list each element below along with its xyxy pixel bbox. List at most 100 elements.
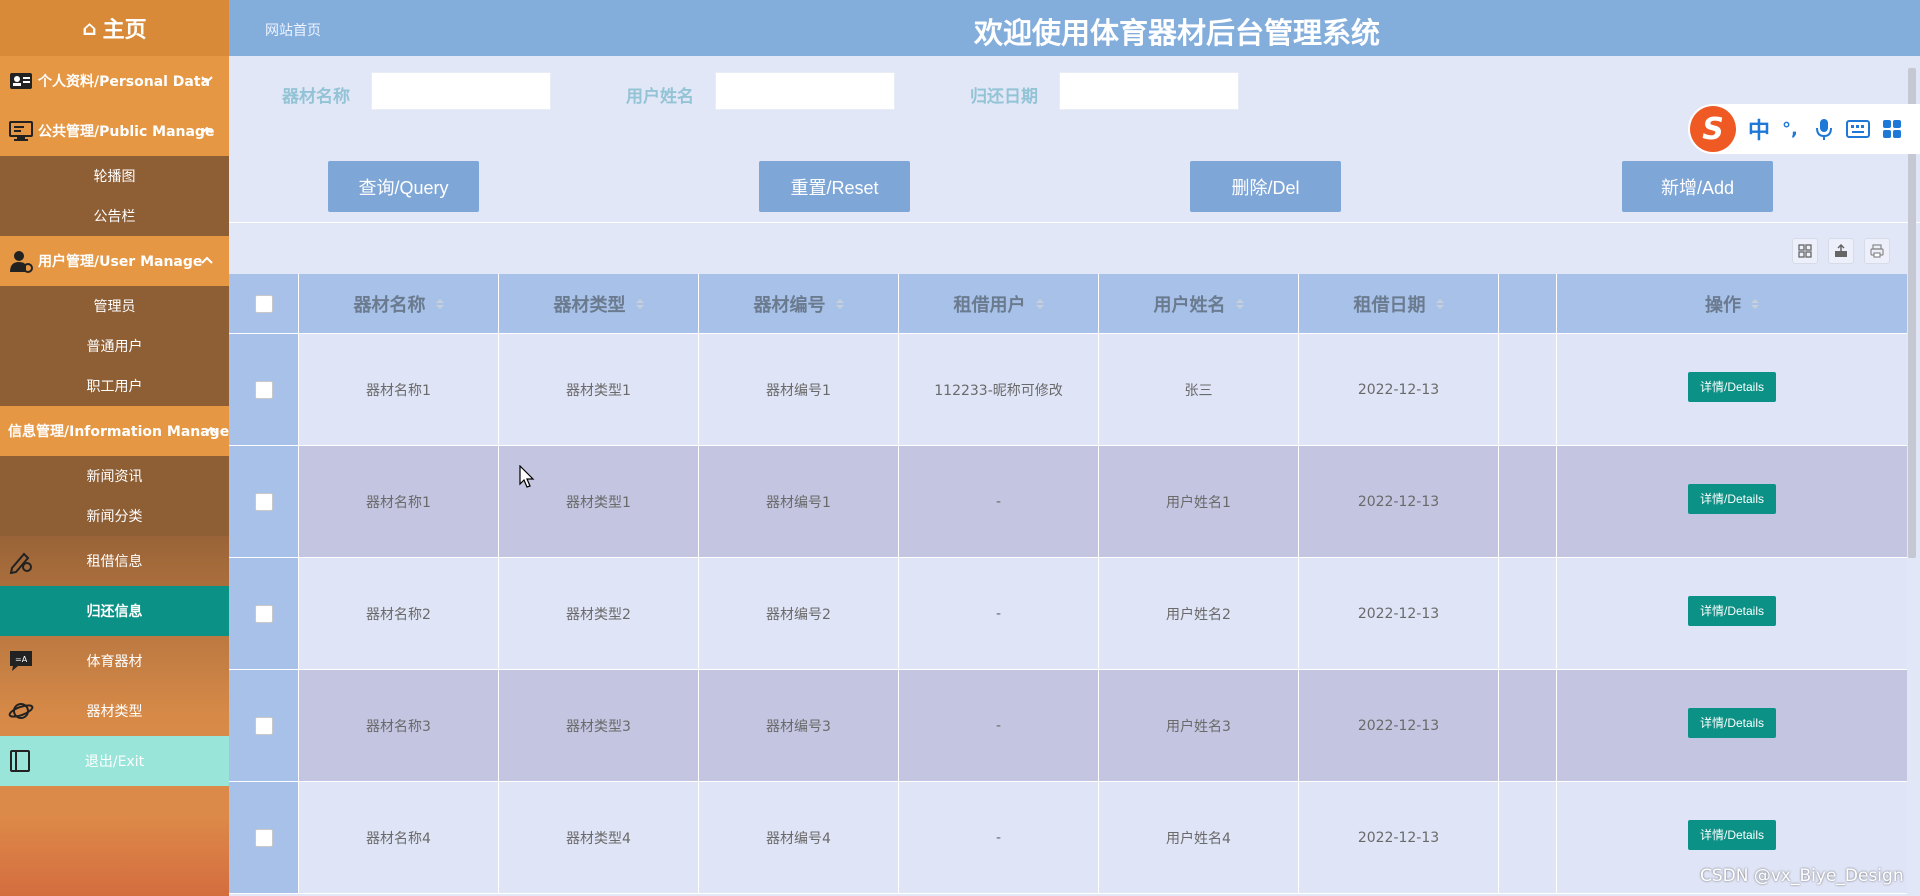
ime-toolbar[interactable]: S 中 °, [1688,104,1920,154]
ime-punctuation-toggle[interactable]: °, [1782,119,1798,140]
sidebar-item-normal-user[interactable]: 普通用户 [0,326,229,366]
sidebar-group-user[interactable]: 用户管理/User Manage [0,236,229,286]
top-header: 网站首页 欢迎使用体育器材后台管理系统 [229,0,1920,56]
details-button[interactable]: 详情/Details [1688,371,1776,402]
select-all-checkbox[interactable] [254,294,273,313]
header-cell[interactable]: 租借日期 [1299,274,1499,333]
table-cell: 2022-12-13 [1299,558,1499,669]
group-label-public: 公共管理/Public Manage [38,124,215,140]
table-cell [1499,446,1557,557]
book-icon [10,750,30,772]
row-checkbox[interactable] [254,380,273,399]
user-name-input[interactable] [715,72,895,110]
sidebar-item-equipment-type[interactable]: 器材类型 [0,686,229,736]
group-label-user: 用户管理/User Manage [38,254,203,270]
row-checkbox[interactable] [254,828,273,847]
header-cell[interactable]: 租借用户 [899,274,1099,333]
action-cell: 详情/Details [1557,670,1907,781]
header-label: 租借日期 [1353,294,1426,316]
action-cell: 详情/Details [1557,558,1907,669]
table-cell [1499,334,1557,445]
home-icon: ⌂ [82,16,97,40]
header-cell[interactable]: 器材名称 [299,274,499,333]
details-button[interactable]: 详情/Details [1688,483,1776,514]
sidebar-item-carousel[interactable]: 轮播图 [0,156,229,196]
reset-button[interactable]: 重置/Reset [759,161,910,212]
table-cell: 2022-12-13 [1299,446,1499,557]
row-select-cell [229,782,299,893]
table-cell: 器材名称1 [299,446,499,557]
table-cell: 器材编号3 [699,670,899,781]
sidebar-item-exit[interactable]: 退出/Exit [0,736,229,786]
sidebar-item-notice[interactable]: 公告栏 [0,196,229,236]
sort-icon [1035,298,1044,309]
apps-grid-icon[interactable] [1882,119,1902,139]
table-row: 器材名称1 器材类型1 器材编号1 - 用户姓名1 2022-12-13 详情/… [229,446,1907,558]
table-cell: 器材类型1 [499,446,699,557]
sidebar-item-equipment[interactable]: =A 体育器材 [0,636,229,686]
row-select-cell [229,558,299,669]
table-cell: 112233-昵称可修改 [899,334,1099,445]
sidebar-group-info[interactable]: 信息管理/Information Manage [0,406,229,456]
print-toggle[interactable] [1864,238,1890,264]
table-cell: 用户姓名1 [1099,446,1299,557]
svg-text:=A: =A [15,655,28,664]
table-header: 器材名称 器材类型 器材编号 租借用户 用户姓名 租借日期 操作 [229,274,1907,334]
header-cell[interactable]: 器材类型 [499,274,699,333]
id-card-icon [10,73,32,89]
export-toggle[interactable] [1828,238,1854,264]
sidebar-group-personal[interactable]: 个人资料/Personal Data [0,56,229,106]
sidebar-item-news[interactable]: 新闻资讯 [0,456,229,496]
details-button[interactable]: 详情/Details [1688,707,1776,738]
home-link[interactable]: 网站首页 [265,20,321,40]
columns-toggle[interactable] [1792,238,1818,264]
table-row: 器材名称1 器材类型1 器材编号1 112233-昵称可修改 张三 2022-1… [229,334,1907,446]
add-button[interactable]: 新增/Add [1622,161,1773,212]
chevron-up-icon [201,126,213,134]
table-cell: 器材类型3 [499,670,699,781]
sidebar-group-public[interactable]: 公共管理/Public Manage [0,106,229,156]
table-cell [1499,782,1557,893]
label-return-date: 归还日期 [970,87,1038,107]
row-checkbox[interactable] [254,604,273,623]
table-cell: 器材名称3 [299,670,499,781]
equipment-name-input[interactable] [371,72,551,110]
table-cell: 2022-12-13 [1299,670,1499,781]
table-cell: - [899,446,1099,557]
sidebar-item-admin[interactable]: 管理员 [0,286,229,326]
sidebar-item-rent[interactable]: 租借信息 [0,536,229,586]
sidebar-item-return[interactable]: 归还信息 [0,586,229,636]
header-cell[interactable]: 器材编号 [699,274,899,333]
sort-icon [1435,298,1444,309]
table-cell: 2022-12-13 [1299,782,1499,893]
row-checkbox[interactable] [254,716,273,735]
header-label: 用户姓名 [1153,294,1226,316]
row-select-cell [229,334,299,445]
query-button[interactable]: 查询/Query [328,161,479,212]
details-button[interactable]: 详情/Details [1688,595,1776,626]
print-icon [1870,244,1884,258]
chevron-down-icon [201,76,213,84]
sidebar-item-news-category[interactable]: 新闻分类 [0,496,229,536]
sidebar-item-staff-user[interactable]: 职工用户 [0,366,229,406]
keyboard-icon[interactable] [1845,119,1870,139]
sidebar-item-label: 归还信息 [86,604,143,620]
table-cell [1499,670,1557,781]
header-cell [1499,274,1557,333]
header-cell[interactable]: 用户姓名 [1099,274,1299,333]
planet-icon [8,703,34,719]
header-label: 器材名称 [353,294,426,316]
return-date-input[interactable] [1059,72,1239,110]
table-cell: 2022-12-13 [1299,334,1499,445]
ime-chinese-toggle[interactable]: 中 [1748,113,1770,145]
table-row: 器材名称3 器材类型3 器材编号3 - 用户姓名3 2022-12-13 详情/… [229,670,1907,782]
microphone-icon[interactable] [1814,117,1834,141]
delete-button[interactable]: 删除/Del [1190,161,1341,212]
row-checkbox[interactable] [254,492,273,511]
details-button[interactable]: 详情/Details [1688,819,1776,850]
table-row: 器材名称2 器材类型2 器材编号2 - 用户姓名2 2022-12-13 详情/… [229,558,1907,670]
header-cell[interactable]: 操作 [1557,274,1907,333]
table-cell: 器材编号1 [699,446,899,557]
table-cell: 器材编号4 [699,782,899,893]
sidebar-brand[interactable]: ⌂ 主页 [0,0,229,56]
